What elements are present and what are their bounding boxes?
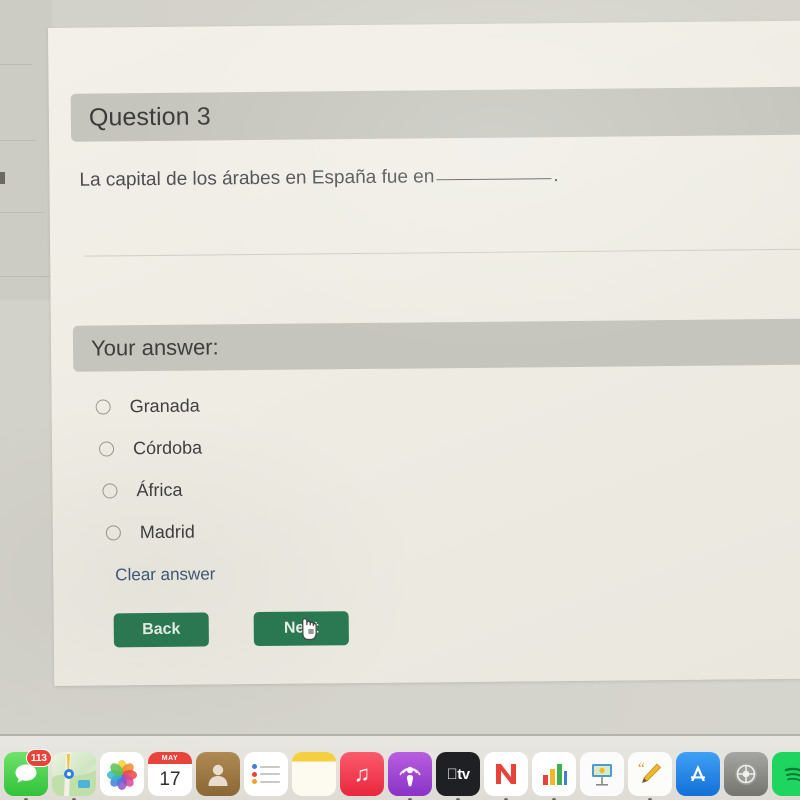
dock-item-system-preferences[interactable]: [724, 752, 768, 796]
macos-dock: 113 MAY 17 ♫ tv “: [2, 749, 800, 800]
photos-pinwheel: [107, 759, 137, 790]
music-note-icon: ♫: [340, 752, 384, 796]
question-prompt-text: La capital de los árabes en España fue e…: [79, 166, 435, 191]
radio-button-icon[interactable]: [102, 482, 118, 498]
computer-screen: Question 3 La capital de los árabes en E…: [0, 0, 800, 800]
question-header-bar: Question 3: [70, 86, 800, 142]
spotify-waves-glyph: [780, 760, 800, 788]
apple-tv-label: tv: [451, 765, 470, 783]
dock-item-messages[interactable]: 113: [4, 749, 52, 800]
question-prompt-period: .: [553, 165, 559, 187]
app-store-a-glyph: [691, 765, 705, 781]
dock-item-apple-tv[interactable]: tv: [436, 752, 480, 800]
option-cordoba[interactable]: Córdoba: [98, 427, 203, 470]
your-answer-header-bar: Your answer:: [72, 318, 800, 372]
contacts-icon: [196, 752, 240, 796]
back-button[interactable]: Back: [113, 612, 209, 648]
macos-dock-bar: 113 MAY 17 ♫ tv “: [0, 734, 800, 800]
dock-item-maps[interactable]: [52, 752, 96, 800]
section-divider: [84, 248, 800, 257]
dock-item-photos[interactable]: [100, 752, 144, 796]
news-n-glyph: [496, 764, 516, 784]
question-prompt: La capital de los árabes en España fue e…: [79, 165, 558, 192]
left-side-panel: [0, 0, 52, 300]
left-panel-divider: [0, 276, 52, 277]
dock-item-app-store[interactable]: [676, 752, 720, 796]
radio-button-icon[interactable]: [95, 398, 111, 415]
notes-icon: [292, 752, 336, 796]
news-icon: [484, 752, 528, 796]
reminders-list-glyph: [252, 762, 280, 787]
dock-item-numbers[interactable]: [532, 752, 576, 800]
option-label: Madrid: [139, 521, 195, 542]
dock-item-keynote[interactable]: [580, 752, 624, 796]
dock-item-contacts[interactable]: [196, 752, 240, 796]
spotify-icon: [772, 752, 800, 796]
dock-item-reminders[interactable]: [244, 752, 288, 796]
next-button[interactable]: Next: [253, 611, 349, 647]
left-panel-divider: [0, 212, 45, 213]
question-number-title: Question 3: [88, 101, 211, 132]
quiz-card: Question 3 La capital de los árabes en E…: [48, 20, 800, 686]
calendar-day: 17: [159, 769, 181, 790]
option-granada[interactable]: Granada: [95, 385, 201, 428]
option-label: África: [136, 479, 183, 500]
podcasts-icon: [388, 752, 432, 796]
podcast-antenna-glyph: [399, 766, 421, 787]
gear-glyph: [735, 763, 757, 785]
fill-in-blank: [436, 178, 552, 181]
keynote-icon: [580, 752, 624, 796]
option-madrid[interactable]: Madrid: [105, 511, 203, 554]
option-label: Granada: [129, 395, 200, 416]
map-glyph: [52, 752, 96, 796]
clear-answer-link[interactable]: Clear answer: [115, 564, 215, 585]
left-panel-divider: [0, 140, 36, 141]
messages-badge: 113: [25, 749, 52, 767]
option-label: Córdoba: [132, 437, 203, 458]
your-answer-label: Your answer:: [90, 334, 219, 361]
calendar-month: MAY: [148, 752, 192, 764]
navigation-button-row: Back Next: [113, 611, 349, 648]
radio-button-icon[interactable]: [98, 440, 115, 457]
bar-chart-glyph: [543, 764, 567, 785]
pages-icon: “: [628, 752, 672, 796]
left-panel-text-fragment: [0, 172, 5, 184]
svg-text:“: “: [638, 761, 645, 777]
app-store-icon: [676, 752, 720, 796]
reminders-icon: [244, 752, 288, 796]
maps-icon: [52, 752, 96, 796]
dock-item-spotify[interactable]: [772, 752, 800, 796]
gear-icon: [724, 752, 768, 796]
calendar-icon: MAY 17: [148, 752, 192, 796]
numbers-icon: [532, 752, 576, 796]
dock-item-notes[interactable]: [292, 752, 336, 796]
option-africa[interactable]: África: [102, 469, 202, 512]
radio-button-icon[interactable]: [105, 524, 121, 540]
dock-item-calendar[interactable]: MAY 17: [148, 752, 192, 796]
dock-item-news[interactable]: [484, 752, 528, 800]
answer-options-group: Granada Córdoba África Madrid: [95, 385, 203, 554]
apple-tv-icon: tv: [436, 752, 480, 796]
dock-item-music[interactable]: ♫: [340, 752, 384, 796]
photographed-screen-scene: Question 3 La capital de los árabes en E…: [0, 0, 800, 800]
photos-icon: [100, 752, 144, 796]
contact-person-glyph: [208, 764, 228, 786]
dock-item-pages[interactable]: “: [628, 752, 672, 800]
dock-item-podcasts[interactable]: [388, 752, 432, 800]
presentation-podium-glyph: [592, 764, 612, 786]
left-panel-divider: [0, 64, 32, 65]
pen-quote-glyph: “: [638, 761, 662, 784]
